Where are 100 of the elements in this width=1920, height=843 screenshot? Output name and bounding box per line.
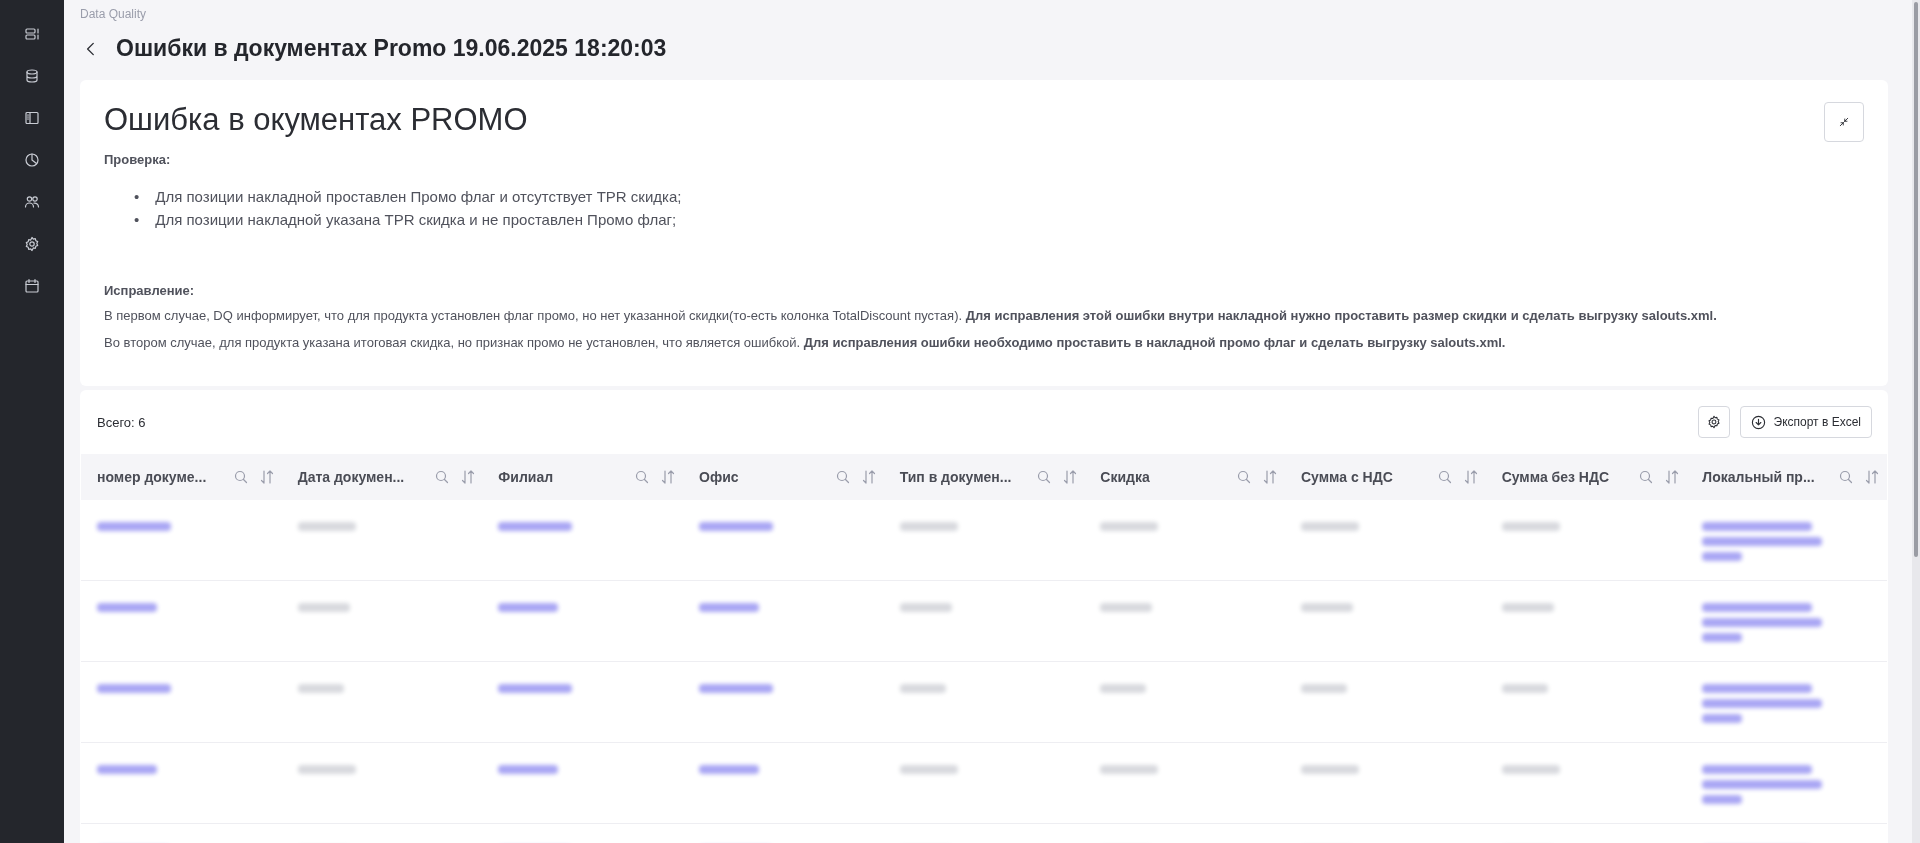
sidebar-server-list-button[interactable] (24, 26, 40, 42)
blurred-text (1301, 765, 1359, 774)
column-sort-button[interactable] (1663, 469, 1680, 485)
blurred-link[interactable] (97, 603, 157, 612)
column-sort-button[interactable] (1864, 469, 1881, 485)
database-icon (24, 68, 40, 84)
sort-arrows-icon (259, 469, 275, 485)
scrollbar-thumb[interactable] (1914, 2, 1918, 557)
blurred-link[interactable] (1702, 633, 1743, 642)
blurred-text (1100, 603, 1153, 612)
search-icon (1035, 469, 1052, 485)
bullet-marker: • (134, 210, 140, 230)
search-icon (233, 469, 249, 485)
blurred-link[interactable] (498, 684, 573, 693)
table-settings-button[interactable] (1697, 406, 1730, 438)
collapse-button[interactable] (1824, 102, 1864, 142)
blurred-link[interactable] (97, 684, 171, 693)
check-item: Для позиции накладной проставлен Промо флаг и отсутствует TPR скидка; (155, 187, 682, 207)
sort-arrows-icon (1864, 469, 1881, 485)
column-search-button[interactable] (1838, 469, 1855, 485)
sort-arrows-icon (1061, 469, 1078, 485)
download-circle-icon (1750, 414, 1766, 430)
sort-arrows-icon (660, 469, 677, 485)
pie-chart-icon (24, 152, 40, 168)
blurred-link[interactable] (1702, 684, 1813, 693)
column-search-button[interactable] (233, 469, 249, 485)
blurred-link[interactable] (699, 684, 773, 693)
blurred-link[interactable] (1702, 699, 1823, 708)
blurred-link[interactable] (498, 603, 559, 612)
blurred-text (1100, 765, 1159, 774)
column-label: Тип в докумен... (899, 469, 1013, 485)
settings-icon (24, 236, 40, 252)
blurred-text (1100, 522, 1159, 531)
column-search-button[interactable] (433, 469, 450, 485)
blurred-link[interactable] (1702, 618, 1823, 627)
column-sort-button[interactable] (861, 469, 877, 485)
blurred-text (899, 765, 958, 774)
column-search-button[interactable] (835, 469, 851, 485)
column-sort-button[interactable] (1262, 469, 1279, 485)
column-search-button[interactable] (1637, 469, 1654, 485)
blurred-link[interactable] (1702, 603, 1813, 612)
check-item: Для позиции накладной указана TPR скидка и не проставлен Промо флаг; (155, 210, 677, 230)
fix-paragraph: Во втором случае, для продукта указана итоговая скидка, но признак промо не установлен, что является ошибкой. Для исправления ошибки необходимо проставить в накладной промо флаг и сделать выгрузку salouts.xml. (104, 334, 1507, 352)
blurred-link[interactable] (1702, 765, 1813, 774)
column-search-button[interactable] (1035, 469, 1052, 485)
breadcrumb: Data Quality (80, 7, 148, 21)
collapse-arrows-icon (1838, 116, 1850, 128)
blurred-link[interactable] (97, 765, 157, 774)
search-icon (835, 469, 851, 485)
blurred-text (1301, 603, 1353, 612)
blurred-link[interactable] (1702, 537, 1823, 546)
search-icon (1637, 469, 1654, 485)
panel-layout-icon (24, 110, 40, 126)
column-label: Локальный пр... (1702, 469, 1816, 485)
scrollbar[interactable] (1912, 0, 1920, 843)
blurred-link[interactable] (97, 522, 171, 531)
page-title: Ошибки в документах Promo 19.06.2025 18:20:03 (116, 35, 667, 62)
search-icon (634, 469, 651, 485)
sort-arrows-icon (459, 469, 476, 485)
column-search-button[interactable] (1437, 469, 1453, 485)
blurred-text (899, 522, 958, 531)
blurred-text (1501, 603, 1554, 612)
column-sort-button[interactable] (1463, 469, 1479, 485)
sidebar-calendar-button[interactable] (24, 278, 40, 294)
column-search-button[interactable] (1236, 469, 1253, 485)
column-sort-button[interactable] (660, 469, 677, 485)
fix-label: Исправление: (104, 283, 196, 298)
blurred-link[interactable] (699, 603, 759, 612)
sidebar-panel-layout-button[interactable] (24, 110, 40, 126)
blurred-link[interactable] (699, 765, 759, 774)
sidebar-pie-chart-button[interactable] (24, 152, 40, 168)
sidebar-settings-button[interactable] (24, 236, 40, 252)
column-search-button[interactable] (634, 469, 651, 485)
blurred-link[interactable] (498, 522, 573, 531)
total-count: Всего: 6 (97, 414, 147, 430)
server-list-icon (24, 26, 40, 42)
blurred-text (1501, 684, 1548, 693)
column-label: Скидка (1100, 469, 1151, 485)
column-label: Сумма без НДС (1501, 469, 1611, 485)
blurred-link[interactable] (1702, 780, 1823, 789)
users-icon (24, 194, 40, 210)
column-label: Офис (699, 469, 740, 485)
column-sort-button[interactable] (259, 469, 275, 485)
blurred-text (297, 684, 344, 693)
blurred-link[interactable] (498, 765, 559, 774)
export-button[interactable]: Экспорт в Excel (1739, 406, 1872, 438)
column-sort-button[interactable] (1061, 469, 1078, 485)
blurred-text (1501, 522, 1560, 531)
search-icon (433, 469, 450, 485)
blurred-link[interactable] (699, 522, 773, 531)
sort-arrows-icon (1663, 469, 1680, 485)
column-sort-button[interactable] (459, 469, 476, 485)
column-label: Сумма с НДС (1301, 469, 1394, 485)
sidebar-users-button[interactable] (24, 194, 40, 210)
sidebar-database-button[interactable] (24, 68, 40, 84)
blurred-text (1301, 522, 1359, 531)
blurred-link[interactable] (1702, 552, 1743, 561)
blurred-link[interactable] (1702, 714, 1743, 723)
blurred-link[interactable] (1702, 522, 1813, 531)
blurred-link[interactable] (1702, 795, 1743, 804)
